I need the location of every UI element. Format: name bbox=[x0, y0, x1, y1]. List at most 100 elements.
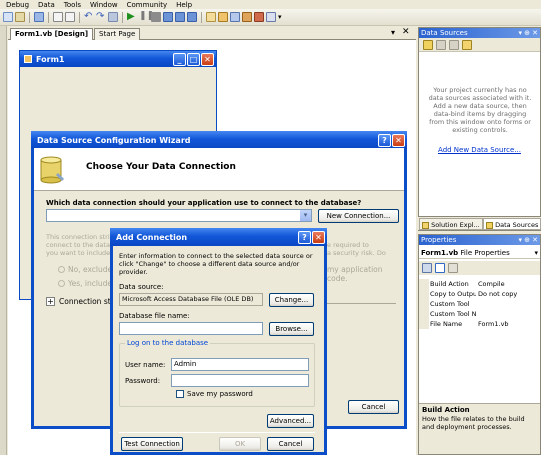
nav-icon[interactable] bbox=[108, 12, 118, 22]
property-row[interactable]: File Name Form1.vb bbox=[419, 319, 540, 329]
find-icon[interactable] bbox=[34, 12, 44, 22]
property-name: Build Action bbox=[430, 280, 469, 288]
object-browser-icon[interactable] bbox=[230, 12, 240, 22]
paste-icon[interactable] bbox=[15, 12, 25, 22]
menu-data[interactable]: Data bbox=[38, 1, 55, 9]
configure-dataset-icon[interactable] bbox=[449, 39, 459, 50]
tab-data-sources[interactable]: Data Sources bbox=[483, 218, 541, 230]
left-autohide-tray[interactable] bbox=[0, 26, 7, 455]
step-out-icon[interactable] bbox=[187, 12, 197, 22]
dialog-cancel-button[interactable]: Cancel bbox=[267, 437, 314, 451]
add-connection-title: Add Connection bbox=[116, 232, 188, 242]
designer-form-titlebar: Form1 _ □ ✕ bbox=[20, 51, 216, 67]
properties-close-icon[interactable]: ✕ bbox=[532, 235, 538, 245]
redo-icon[interactable]: ↷ bbox=[96, 12, 106, 22]
data-source-field: Microsoft Access Database File (OLE DB) bbox=[119, 293, 263, 306]
toolbar-options-icon[interactable]: ▾ bbox=[278, 13, 282, 21]
pause-icon[interactable]: ❚❚ bbox=[139, 12, 154, 22]
tab-list-icon[interactable]: ▾ bbox=[391, 28, 395, 37]
close-icon[interactable]: ✕ bbox=[201, 52, 214, 66]
properties-icon[interactable] bbox=[218, 12, 228, 22]
radio-exclude[interactable]: No, exclude bbox=[58, 265, 112, 274]
properties-grid: Build Action Compile Copy to Outpu Do not … bbox=[419, 279, 540, 329]
start-page-icon[interactable] bbox=[254, 12, 264, 22]
change-button[interactable]: Change... bbox=[269, 293, 314, 307]
panel-options-icon[interactable]: ▾ bbox=[518, 28, 522, 38]
save-password-checkbox[interactable]: Save my password bbox=[176, 390, 253, 398]
property-row[interactable]: Build Action Compile bbox=[419, 279, 540, 289]
copy-icon[interactable] bbox=[3, 12, 13, 22]
dialog-help-icon[interactable]: ? bbox=[298, 230, 311, 244]
maximize-icon[interactable]: □ bbox=[187, 52, 200, 66]
close-document-icon[interactable]: ✕ bbox=[402, 27, 410, 37]
connection-select[interactable]: ▾ bbox=[46, 209, 312, 222]
edit-dataset-icon[interactable] bbox=[436, 39, 446, 50]
add-new-data-source-link[interactable]: Add New Data Source... bbox=[419, 146, 540, 154]
radio-exclude-label: No, exclude bbox=[68, 265, 113, 274]
property-value bbox=[476, 299, 540, 309]
dropdown-arrow-icon[interactable]: ▾ bbox=[300, 210, 311, 221]
tab-start-page[interactable]: Start Page bbox=[94, 28, 141, 40]
property-value bbox=[476, 309, 540, 319]
add-connection-dialog: Add Connection ? ✕ Enter information to … bbox=[110, 228, 327, 455]
description-title: Build Action bbox=[422, 406, 470, 414]
property-name: Custom Tool bbox=[430, 300, 470, 308]
property-row[interactable]: Custom Tool bbox=[419, 299, 540, 309]
minimize-icon[interactable]: _ bbox=[173, 52, 186, 66]
solution-explorer-icon[interactable] bbox=[206, 12, 216, 22]
database-file-input[interactable] bbox=[119, 322, 263, 335]
other-windows-icon[interactable] bbox=[266, 12, 276, 22]
data-sources-titlebar: Data Sources ▾ ⊕ ✕ bbox=[419, 28, 540, 38]
wizard-cancel-button[interactable]: Cancel bbox=[348, 400, 399, 414]
alphabetical-icon[interactable] bbox=[435, 263, 445, 273]
step-into-icon[interactable] bbox=[163, 12, 173, 22]
radio-include-label: Yes, include bbox=[68, 279, 113, 288]
undo-icon[interactable]: ↶ bbox=[84, 12, 94, 22]
menu-tools[interactable]: Tools bbox=[64, 1, 81, 9]
data-sources-toolbar bbox=[419, 38, 540, 52]
stop-icon[interactable] bbox=[151, 12, 161, 22]
connection-question: Which data connection should your applic… bbox=[46, 199, 362, 207]
menu-community[interactable]: Community bbox=[127, 1, 168, 9]
object-selector[interactable]: Form1.vb File Properties ▾ bbox=[419, 247, 540, 259]
help-icon[interactable]: ? bbox=[378, 133, 391, 147]
pin-icon[interactable]: ⊕ bbox=[524, 28, 530, 38]
properties-options-icon[interactable]: ▾ bbox=[518, 235, 522, 245]
advanced-button[interactable]: Advanced... bbox=[267, 414, 314, 428]
add-connection-titlebar: Add Connection ? ✕ bbox=[110, 228, 327, 246]
tab-solution-explorer[interactable]: Solution Expl... bbox=[419, 218, 483, 230]
refresh-icon[interactable] bbox=[462, 39, 472, 50]
test-connection-button[interactable]: Test Connection bbox=[121, 437, 183, 451]
start-debugging-icon[interactable]: ▶ bbox=[127, 12, 137, 22]
step-over-icon[interactable] bbox=[175, 12, 185, 22]
menu-debug[interactable]: Debug bbox=[6, 1, 29, 9]
new-connection-button[interactable]: New Connection... bbox=[318, 209, 399, 223]
ok-button[interactable]: OK bbox=[219, 437, 261, 451]
categorized-icon[interactable] bbox=[422, 263, 432, 273]
add-data-source-icon[interactable] bbox=[423, 39, 433, 50]
user-name-input[interactable]: Admin bbox=[171, 358, 309, 371]
menu-help[interactable]: Help bbox=[176, 1, 192, 9]
property-pages-icon[interactable] bbox=[448, 263, 458, 273]
radio-include[interactable]: Yes, include bbox=[58, 279, 112, 288]
property-row[interactable]: Copy to Outpu Do not copy bbox=[419, 289, 540, 299]
panel-close-icon[interactable]: ✕ bbox=[532, 28, 538, 38]
wizard-close-icon[interactable]: ✕ bbox=[392, 133, 405, 147]
property-row[interactable]: Custom Tool Na bbox=[419, 309, 540, 319]
object-name: Form1.vb bbox=[421, 249, 459, 257]
wizard-header: Choose Your Data Connection bbox=[34, 148, 404, 191]
toolbox-icon[interactable] bbox=[242, 12, 252, 22]
uncomment-icon[interactable] bbox=[65, 12, 75, 22]
dialog-close-icon[interactable]: ✕ bbox=[312, 230, 325, 244]
browse-button[interactable]: Browse... bbox=[269, 322, 314, 336]
expand-icon[interactable]: + bbox=[46, 297, 55, 306]
property-name: Custom Tool Na bbox=[430, 310, 476, 318]
password-input[interactable] bbox=[171, 374, 309, 387]
object-dropdown-icon[interactable]: ▾ bbox=[534, 247, 538, 259]
properties-pin-icon[interactable]: ⊕ bbox=[524, 235, 530, 245]
tab-form1-design[interactable]: Form1.vb [Design] bbox=[10, 28, 94, 40]
radio-tail-text: my application code. bbox=[327, 265, 383, 283]
properties-panel: Properties ▾ ⊕ ✕ Form1.vb File Propertie… bbox=[418, 234, 541, 455]
menu-window[interactable]: Window bbox=[90, 1, 118, 9]
comment-icon[interactable] bbox=[53, 12, 63, 22]
